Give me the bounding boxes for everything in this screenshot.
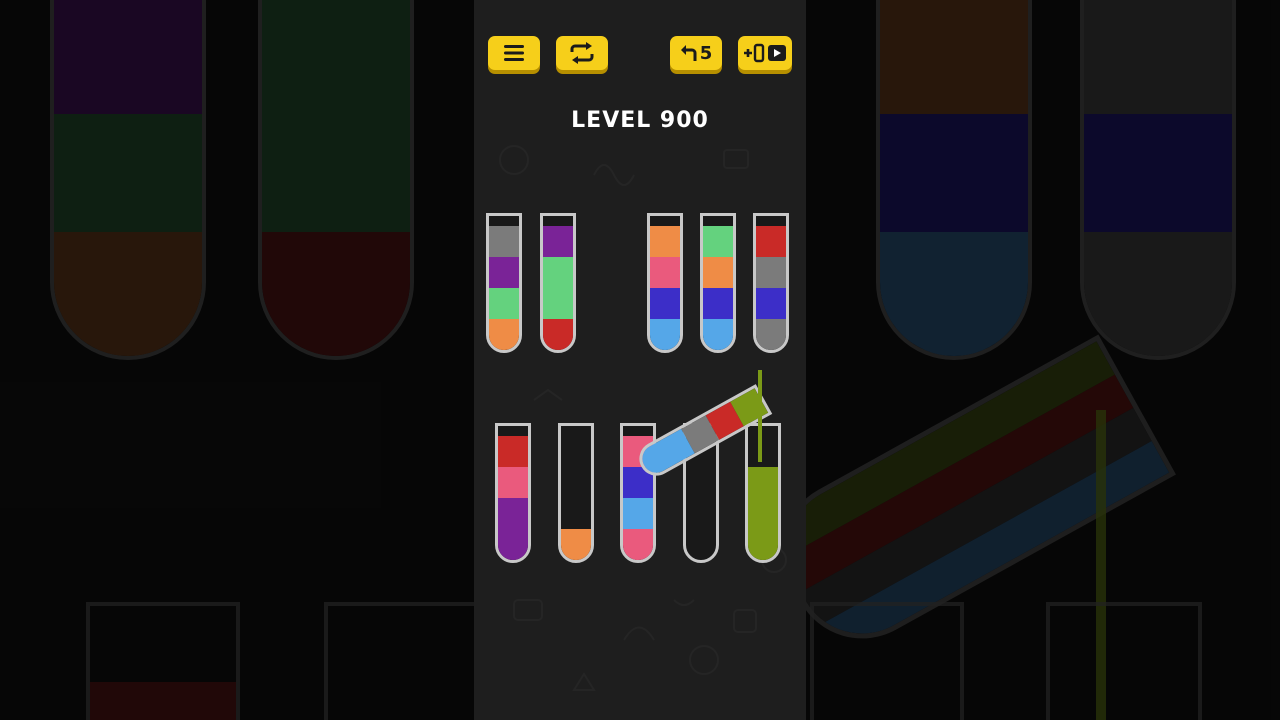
liquid-layer-gray — [489, 226, 519, 257]
tube-3[interactable] — [647, 213, 683, 353]
liquid-layer-light-green — [703, 226, 733, 257]
liquid-layer-olive — [748, 498, 778, 529]
liquid-layer-light-blue — [650, 319, 680, 350]
liquid-layer-red — [498, 436, 528, 467]
liquid-layer-olive — [748, 529, 778, 560]
liquid-layer-orange — [703, 257, 733, 288]
liquid-layer-pink — [650, 257, 680, 288]
liquid-layer-light-blue — [703, 319, 733, 350]
tube-6[interactable] — [495, 423, 531, 563]
tube-10[interactable] — [745, 423, 781, 563]
liquid-layer-orange — [561, 529, 591, 560]
menu-button[interactable] — [488, 36, 540, 70]
liquid-layer-light-green — [489, 288, 519, 319]
background-dim-overlay — [0, 0, 474, 720]
undo-count: 5 — [699, 42, 713, 64]
game-screen: 5 LEVEL 900 — [474, 0, 806, 720]
tube-2[interactable] — [540, 213, 576, 353]
liquid-layer-light-green — [543, 288, 573, 319]
liquid-layer-pink — [498, 467, 528, 498]
liquid-layer-orange — [489, 319, 519, 350]
liquid-layer-red — [543, 319, 573, 350]
liquid-layer-light-green — [543, 257, 573, 288]
restart-icon — [570, 42, 594, 64]
undo-arrow-icon — [680, 45, 697, 61]
tube-1[interactable] — [486, 213, 522, 353]
liquid-layer-purple — [498, 529, 528, 560]
background-dim-overlay — [806, 0, 1280, 720]
undo-button[interactable]: 5 — [670, 36, 722, 70]
liquid-layer-pink — [623, 529, 653, 560]
level-title: LEVEL 900 — [571, 108, 709, 133]
liquid-layer-gray — [756, 257, 786, 288]
background-left-blur — [0, 0, 474, 720]
tube-4[interactable] — [700, 213, 736, 353]
liquid-layer-olive — [748, 467, 778, 498]
liquid-layer-blue — [703, 288, 733, 319]
tube-5[interactable] — [753, 213, 789, 353]
liquid-layer-gray — [756, 319, 786, 350]
background-right-blur — [806, 0, 1280, 720]
liquid-layer-orange — [650, 226, 680, 257]
liquid-layer-purple — [543, 226, 573, 257]
liquid-layer-light-blue — [623, 498, 653, 529]
menu-icon — [504, 45, 524, 61]
liquid-layer-purple — [489, 257, 519, 288]
restart-button[interactable] — [556, 36, 608, 70]
liquid-layer-red — [756, 226, 786, 257]
liquid-layer-blue — [756, 288, 786, 319]
add-tube-button[interactable] — [738, 36, 792, 70]
pour-stream — [758, 370, 762, 462]
add-tube-video-icon — [744, 43, 786, 63]
liquid-layer-purple — [498, 498, 528, 529]
liquid-layer-blue — [650, 288, 680, 319]
tube-7[interactable] — [558, 423, 594, 563]
